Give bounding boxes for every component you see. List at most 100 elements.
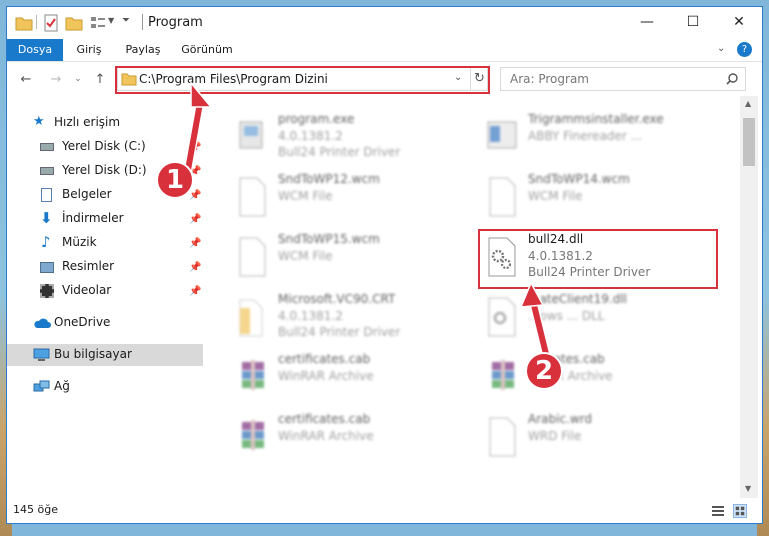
tab-paylas[interactable]: Paylaş — [115, 39, 171, 61]
file-name: Trigrammsinstaller.exe — [528, 112, 664, 126]
sidebar-item-onedrive[interactable]: OneDrive — [7, 312, 203, 334]
callout-1: 1 — [156, 161, 194, 199]
file-type: WinRAR Archive — [278, 369, 374, 383]
file-version: 4.0.1381.2 — [278, 309, 343, 323]
file-item-sndtowp15[interactable]: SndToWP15.wcm WCM File — [228, 230, 468, 286]
tab-dosya[interactable]: Dosya — [7, 39, 63, 61]
search-input[interactable]: Ara: Program — [500, 67, 746, 91]
sidebar-item-label: Yerel Disk (C:) — [62, 139, 146, 153]
file-item-certificates-cab-2[interactable]: ...ficates.cab ...RAR Archive — [478, 350, 718, 406]
scroll-down-icon[interactable]: ▼ — [745, 484, 751, 493]
file-type: WRD File — [528, 429, 582, 443]
maximize-button[interactable]: ☐ — [670, 7, 716, 37]
pin-icon[interactable]: 📌 — [189, 142, 201, 153]
file-name: certificates.cab — [278, 412, 371, 426]
file-item-client19-dll[interactable]: ...ateClient19.dll ...ows ... DLL — [478, 290, 718, 346]
onedrive-icon — [34, 318, 51, 328]
sidebar-item-label: Hızlı erişim — [54, 115, 121, 129]
forward-arrow-icon[interactable]: → — [47, 70, 65, 88]
details-view-icon[interactable] — [711, 505, 725, 517]
pin-icon[interactable]: 📌 — [189, 238, 201, 249]
file-name: program.exe — [278, 112, 355, 126]
properties-icon[interactable] — [43, 14, 59, 32]
customize-toolbar-icon[interactable]: ⏷ — [122, 15, 130, 26]
file-item-installer-exe[interactable]: Trigrammsinstaller.exe ABBY Finereader .… — [478, 110, 718, 166]
pictures-icon — [40, 262, 54, 273]
file-icon — [489, 177, 516, 217]
file-item-sndtowp12[interactable]: SndToWP12.wcm WCM File — [228, 170, 468, 226]
file-description: Bull24 Printer Driver — [278, 325, 401, 339]
ribbon-tabs: Dosya Giriş Paylaş Görünüm ⌄ ? — [7, 39, 762, 62]
folder-icon — [239, 299, 263, 337]
sidebar-item-music[interactable]: ♪ Müzik 📌 — [7, 232, 203, 254]
back-arrow-icon[interactable]: ← — [17, 70, 35, 88]
videos-icon — [40, 284, 54, 298]
tiles-view-icon[interactable] — [733, 504, 747, 518]
pin-icon[interactable]: 📌 — [189, 262, 201, 273]
up-arrow-icon[interactable]: ↑ — [91, 70, 109, 88]
file-type: WCM File — [528, 189, 583, 203]
dll-gear-icon — [488, 297, 516, 337]
sidebar-item-label: İndirmeler — [62, 211, 124, 225]
file-name: Arabic.wrd — [528, 412, 593, 426]
scroll-up-icon[interactable]: ▲ — [745, 99, 751, 108]
file-list: program.exe 4.0.1381.2 Bull24 Printer Dr… — [212, 96, 740, 498]
sidebar-item-label: Belgeler — [62, 187, 112, 201]
file-type: WCM File — [278, 249, 333, 263]
tab-giris[interactable]: Giriş — [63, 39, 115, 61]
sidebar-item-downloads[interactable]: ⬇ İndirmeler 📌 — [7, 208, 203, 230]
file-item-program-exe[interactable]: program.exe 4.0.1381.2 Bull24 Printer Dr… — [228, 110, 468, 166]
pin-icon[interactable]: 📌 — [189, 190, 201, 201]
network-icon — [33, 380, 50, 392]
sidebar-item-this-pc[interactable]: Bu bilgisayar — [7, 344, 203, 366]
minimize-button[interactable]: — — [624, 7, 670, 37]
file-item-sndtowp14[interactable]: SndToWP14.wcm WCM File — [478, 170, 718, 226]
vertical-scrollbar[interactable]: ▲ ▼ — [740, 96, 758, 498]
sidebar-item-label: OneDrive — [54, 315, 111, 329]
pin-icon[interactable]: 📌 — [189, 286, 201, 297]
file-description: ABBY Finereader ... — [528, 129, 643, 143]
sidebar-item-label: Ağ — [54, 379, 70, 393]
file-version: 4.0.1381.2 — [278, 129, 343, 143]
scrollbar-thumb[interactable] — [743, 118, 755, 166]
sidebar-item-quick-access[interactable]: ★ Hızlı erişim — [7, 112, 203, 134]
help-icon[interactable]: ? — [737, 42, 752, 57]
folder-icon — [15, 17, 33, 31]
drive-c-icon — [40, 143, 54, 151]
file-highlight-box — [478, 229, 718, 289]
item-count: 145 öğe — [13, 503, 58, 516]
sidebar-item-disk-c[interactable]: Yerel Disk (C:) 📌 — [7, 136, 203, 158]
winrar-icon — [242, 360, 264, 390]
tab-gorunum[interactable]: Görünüm — [171, 39, 243, 61]
file-item-arabic-wrd[interactable]: Arabic.wrd WRD File — [478, 410, 718, 466]
file-name: SndToWP15.wcm — [278, 232, 380, 246]
search-icon[interactable] — [725, 72, 739, 86]
pin-icon[interactable]: 📌 — [189, 214, 201, 225]
exe-icon — [239, 121, 263, 149]
new-folder-icon[interactable] — [65, 14, 83, 32]
file-item-vc90-crt[interactable]: Microsoft.VC90.CRT 4.0.1381.2 Bull24 Pri… — [228, 290, 468, 346]
file-item-certificates-cab[interactable]: certificates.cab WinRAR Archive — [228, 350, 468, 406]
this-pc-icon — [33, 348, 50, 361]
file-name: Microsoft.VC90.CRT — [278, 292, 396, 306]
sidebar-item-network[interactable]: Ağ — [7, 376, 203, 398]
sidebar-item-label: Videolar — [62, 283, 112, 297]
ribbon-expand-icon[interactable]: ⌄ — [717, 43, 725, 54]
chevron-down-icon[interactable]: ▼ — [108, 16, 114, 25]
sidebar-item-pictures[interactable]: Resimler 📌 — [7, 256, 203, 278]
drive-d-icon — [40, 167, 54, 175]
file-icon — [239, 237, 266, 277]
recent-locations-icon[interactable]: ⌄ — [69, 70, 87, 88]
file-item-certificates-cab-3[interactable]: certificates.cab WinRAR Archive — [228, 410, 468, 466]
winrar-icon — [242, 420, 264, 450]
file-icon — [239, 177, 266, 217]
close-button[interactable]: ✕ — [716, 7, 762, 37]
sidebar-item-videos[interactable]: Videolar 📌 — [7, 280, 203, 302]
sidebar-item-label: Müzik — [62, 235, 97, 249]
navigation-bar: ← → ⌄ ↑ C:\Program Files\Program Dizini … — [7, 64, 762, 96]
address-highlight-box — [115, 66, 490, 94]
title-bar: ▼ ⏷ Program — ☐ ✕ — [7, 7, 762, 39]
file-name: SndToWP12.wcm — [278, 172, 380, 186]
view-options-icon[interactable] — [89, 14, 107, 32]
sidebar-item-label: Resimler — [62, 259, 115, 273]
